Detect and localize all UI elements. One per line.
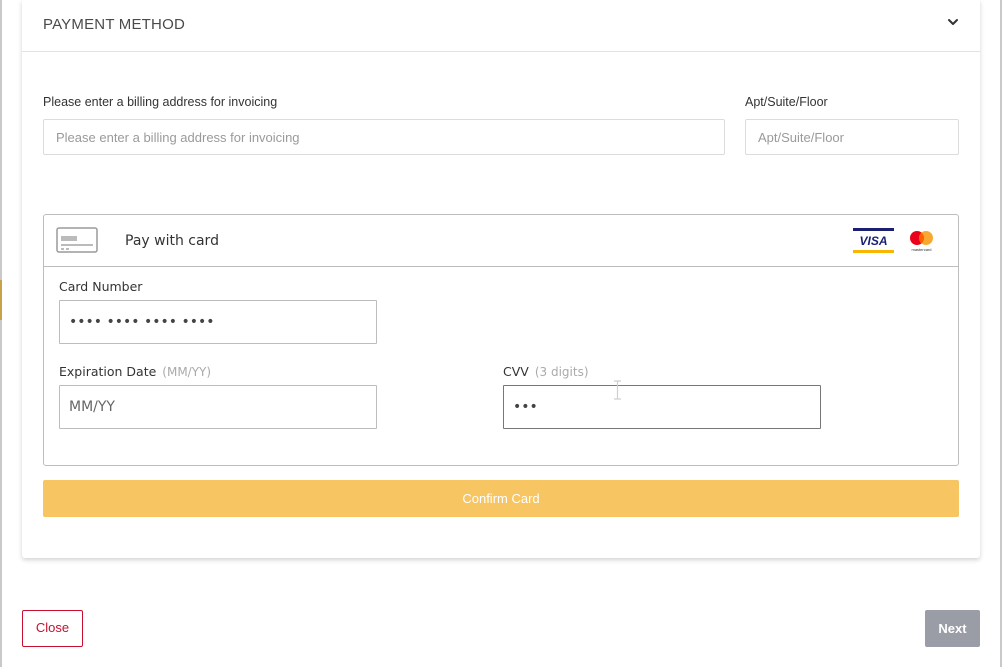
card-payment-box: Pay with card VISA mastercard Card Numbe…: [43, 214, 959, 466]
card-payment-header: Pay with card VISA mastercard: [44, 215, 958, 267]
billing-address-label: Please enter a billing address for invoi…: [43, 95, 278, 109]
credit-card-icon: [56, 227, 98, 253]
backdrop-edge-mark: [0, 280, 2, 320]
payment-method-header[interactable]: PAYMENT METHOD: [22, 0, 980, 52]
confirm-card-button[interactable]: Confirm Card: [43, 480, 959, 517]
next-button[interactable]: Next: [925, 610, 980, 647]
chevron-down-icon[interactable]: [946, 15, 960, 29]
payment-method-panel: PAYMENT METHOD Please enter a billing ad…: [22, 0, 980, 558]
cvv-label-text: CVV: [503, 364, 529, 379]
mastercard-logo-icon: mastercard: [910, 231, 933, 252]
mastercard-logo-text: mastercard: [911, 247, 931, 252]
section-title: PAYMENT METHOD: [43, 16, 185, 33]
cvv-input[interactable]: [503, 385, 821, 429]
cvv-label: CVV (3 digits): [503, 364, 589, 379]
pay-with-card-title: Pay with card: [125, 233, 219, 249]
visa-logo-text: VISA: [859, 234, 887, 248]
billing-address-input[interactable]: [43, 119, 725, 155]
expiration-date-label: Expiration Date (MM/YY): [59, 364, 211, 379]
card-number-input[interactable]: [59, 300, 377, 344]
text-cursor-icon: [614, 380, 621, 400]
visa-logo-icon: VISA: [853, 228, 894, 253]
backdrop-edge-left: [0, 0, 2, 667]
close-button[interactable]: Close: [22, 610, 83, 647]
expiration-date-input[interactable]: [59, 385, 377, 429]
cvv-hint: (3 digits): [534, 365, 589, 379]
apt-suite-floor-input[interactable]: [745, 119, 959, 155]
expiration-date-label-text: Expiration Date: [59, 364, 157, 379]
card-number-label: Card Number: [59, 279, 143, 294]
apt-suite-floor-label: Apt/Suite/Floor: [745, 95, 828, 109]
expiration-date-hint: (MM/YY): [162, 365, 212, 379]
